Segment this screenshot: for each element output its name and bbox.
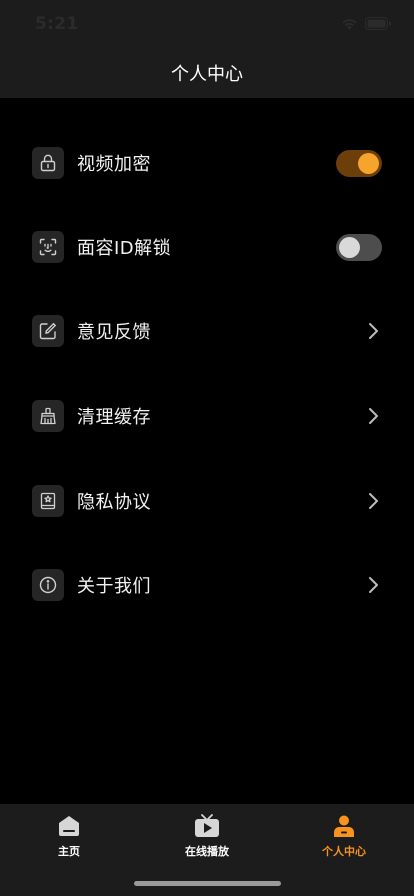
chevron-right-icon — [369, 493, 378, 509]
menu-item-label: 视频加密 — [77, 154, 151, 175]
home-indicator — [134, 881, 281, 886]
toggle-knob — [358, 152, 379, 174]
battery-icon — [365, 17, 391, 30]
screen: 5:21 个人中心 视频加密 面容ID解锁 意见反馈 清理缓存 隐私协议 关于我… — [0, 0, 414, 896]
menu-item-about-us[interactable]: 关于我们 — [0, 555, 414, 615]
menu-item-privacy-policy[interactable]: 隐私协议 — [0, 471, 414, 531]
tv-play-icon — [195, 814, 219, 837]
face-id-icon — [32, 231, 64, 263]
header: 5:21 个人中心 — [0, 0, 414, 98]
menu-item-label: 关于我们 — [77, 576, 151, 597]
chevron-right-icon — [369, 408, 378, 424]
status-icons — [341, 17, 392, 30]
chevron-right-icon — [369, 323, 378, 339]
menu-item-label: 面容ID解锁 — [77, 238, 172, 259]
video-encryption-toggle[interactable] — [336, 149, 382, 177]
menu-item-face-id[interactable]: 面容ID解锁 — [0, 217, 414, 277]
wifi-icon — [342, 18, 357, 29]
menu-item-label: 清理缓存 — [77, 407, 151, 428]
home-icon — [59, 816, 79, 836]
lock-icon — [32, 147, 64, 179]
menu-item-video-encryption[interactable]: 视频加密 — [0, 133, 414, 193]
status-bar: 5:21 — [0, 0, 414, 50]
tab-label: 个人中心 — [322, 845, 366, 858]
toggle-knob — [339, 236, 360, 258]
person-icon — [334, 815, 354, 837]
tab-home[interactable]: 主页 — [14, 814, 124, 866]
menu-item-feedback[interactable]: 意见反馈 — [0, 301, 414, 361]
menu-item-label: 隐私协议 — [77, 492, 151, 513]
tab-label: 在线播放 — [185, 845, 229, 858]
shield-book-icon — [32, 485, 64, 517]
menu-item-clear-cache[interactable]: 清理缓存 — [0, 386, 414, 446]
tab-online-play[interactable]: 在线播放 — [152, 814, 262, 866]
broom-icon — [32, 400, 64, 432]
tab-label: 主页 — [58, 845, 80, 858]
menu-item-label: 意见反馈 — [77, 322, 151, 343]
page-title: 个人中心 — [171, 64, 243, 85]
info-icon — [32, 569, 64, 601]
face-id-toggle[interactable] — [336, 233, 382, 261]
edit-icon — [32, 315, 64, 347]
chevron-right-icon — [369, 577, 378, 593]
status-time: 5:21 — [35, 14, 79, 34]
tab-profile[interactable]: 个人中心 — [289, 814, 399, 866]
